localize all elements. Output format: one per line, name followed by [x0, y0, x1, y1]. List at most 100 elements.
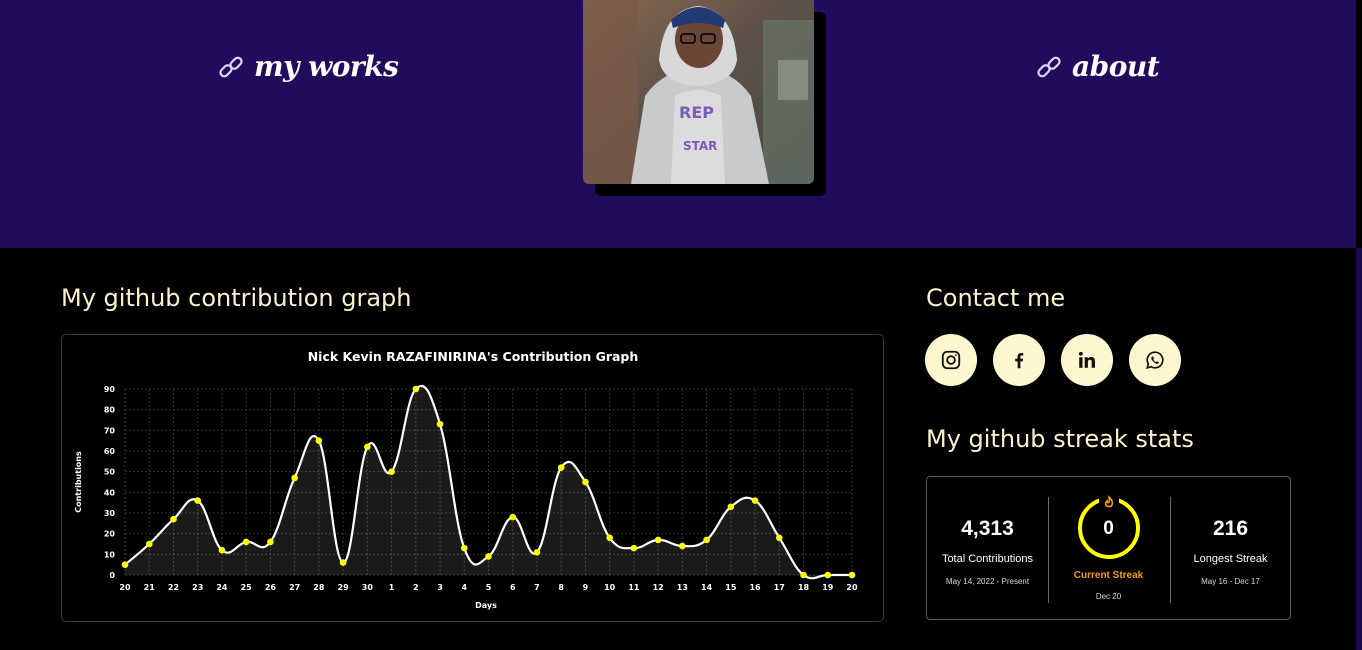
- x-tick-label: 5: [486, 583, 492, 592]
- streak-title: My github streak stats: [926, 425, 1194, 453]
- y-tick-label: 60: [104, 447, 116, 456]
- longest-streak-stat: 216 Longest Streak May 16 - Dec 17: [1170, 477, 1291, 621]
- longest-streak-range: May 16 - Dec 17: [1201, 577, 1260, 586]
- x-tick-label: 29: [338, 583, 350, 592]
- data-point: [557, 464, 565, 471]
- data-point: [364, 443, 371, 451]
- data-point: [654, 536, 662, 544]
- data-point: [412, 385, 420, 393]
- facebook-icon: [1015, 352, 1024, 369]
- x-tick-label: 3: [437, 583, 443, 592]
- y-axis-label: Contributions: [74, 451, 83, 513]
- x-tick-label: 27: [289, 583, 300, 592]
- x-tick-label: 26: [265, 583, 277, 592]
- x-axis-label: Days: [475, 601, 497, 610]
- x-tick-label: 8: [558, 583, 564, 592]
- total-contributions-stat: 4,313 Total Contributions May 14, 2022 -…: [927, 477, 1048, 621]
- link-icon: [1037, 56, 1061, 77]
- y-tick-label: 70: [104, 426, 116, 435]
- graph-section-title: My github contribution graph: [61, 284, 412, 312]
- current-streak-label: Current Streak: [1073, 570, 1144, 581]
- y-tick-label: 80: [104, 406, 116, 415]
- facebook-button[interactable]: [993, 334, 1045, 386]
- data-point: [267, 538, 274, 546]
- chart-title: Nick Kevin RAZAFINIRINA's Contribution G…: [308, 349, 639, 364]
- x-tick-label: 4: [461, 583, 467, 592]
- x-tick-label: 24: [216, 583, 228, 592]
- data-point: [242, 538, 250, 546]
- about-link[interactable]: about: [1034, 50, 1160, 83]
- x-tick-label: 2: [413, 583, 419, 592]
- data-point: [800, 571, 807, 579]
- y-tick-label: 30: [104, 509, 116, 518]
- data-point: [339, 559, 347, 566]
- data-point: [703, 536, 710, 544]
- data-point: [315, 437, 323, 444]
- data-point: [727, 503, 735, 511]
- x-tick-label: 22: [168, 583, 179, 592]
- contribution-chart: Nick Kevin RAZAFINIRINA's Contribution G…: [74, 349, 858, 610]
- contribution-graph-card: Nick Kevin RAZAFINIRINA's Contribution G…: [61, 334, 884, 622]
- data-point: [848, 571, 856, 579]
- data-point: [121, 561, 129, 568]
- hero-banner: my works REP STAR about: [0, 0, 1356, 248]
- x-tick-label: 17: [774, 583, 785, 592]
- y-tick-label: 10: [104, 550, 116, 559]
- my-works-link[interactable]: my works: [216, 50, 399, 83]
- x-tick-label: 23: [192, 583, 203, 592]
- linkedin-button[interactable]: [1061, 334, 1113, 386]
- about-label: about: [1072, 50, 1160, 83]
- data-point: [485, 553, 492, 560]
- data-point: [218, 546, 226, 554]
- x-tick-label: 12: [653, 583, 664, 592]
- current-streak-value: 0: [1103, 518, 1114, 539]
- instagram-icon: [941, 350, 961, 370]
- x-tick-label: 10: [604, 583, 616, 592]
- data-point: [582, 478, 589, 486]
- whatsapp-button[interactable]: [1129, 334, 1181, 386]
- data-point: [824, 571, 832, 579]
- data-point: [170, 515, 177, 523]
- x-tick-label: 18: [798, 583, 810, 592]
- x-tick-label: 9: [583, 583, 589, 592]
- svg-text:REP: REP: [679, 103, 714, 122]
- data-point: [436, 420, 444, 428]
- profile-photo: REP STAR: [583, 0, 814, 184]
- x-tick-label: 7: [534, 583, 540, 592]
- svg-text:STAR: STAR: [683, 139, 717, 153]
- data-point: [460, 544, 468, 552]
- data-point: [388, 468, 395, 475]
- x-tick-label: 14: [701, 583, 713, 592]
- x-tick-label: 20: [119, 583, 131, 592]
- data-point: [509, 513, 517, 521]
- x-tick-label: 13: [677, 583, 688, 592]
- contact-title: Contact me: [926, 284, 1066, 312]
- data-point: [751, 497, 759, 504]
- data-point: [194, 497, 201, 504]
- y-tick-label: 90: [104, 385, 116, 394]
- current-streak-stat: 0 Current Streak Dec 20: [1048, 477, 1169, 621]
- x-tick-label: 19: [822, 583, 834, 592]
- x-tick-label: 25: [241, 583, 253, 592]
- current-streak-range: Dec 20: [1095, 592, 1122, 601]
- data-point: [776, 534, 783, 542]
- total-contributions-label: Total Contributions: [941, 553, 1034, 565]
- total-contributions-value: 4,313: [961, 517, 1014, 540]
- x-tick-label: 21: [144, 583, 156, 592]
- whatsapp-icon: [1146, 351, 1164, 369]
- x-tick-label: 16: [749, 583, 761, 592]
- scrollbar[interactable]: [1356, 248, 1362, 650]
- instagram-button[interactable]: [925, 334, 977, 386]
- x-tick-label: 1: [389, 583, 395, 592]
- total-contributions-range: May 14, 2022 - Present: [945, 577, 1030, 586]
- my-works-label: my works: [254, 50, 399, 83]
- link-icon: [219, 56, 243, 77]
- x-tick-label: 20: [846, 583, 858, 592]
- data-point: [145, 540, 153, 548]
- x-tick-label: 28: [313, 583, 325, 592]
- y-tick-label: 50: [104, 468, 116, 477]
- y-tick-label: 20: [104, 530, 116, 539]
- data-point: [630, 544, 638, 552]
- x-tick-label: 11: [628, 583, 640, 592]
- data-point: [606, 534, 613, 542]
